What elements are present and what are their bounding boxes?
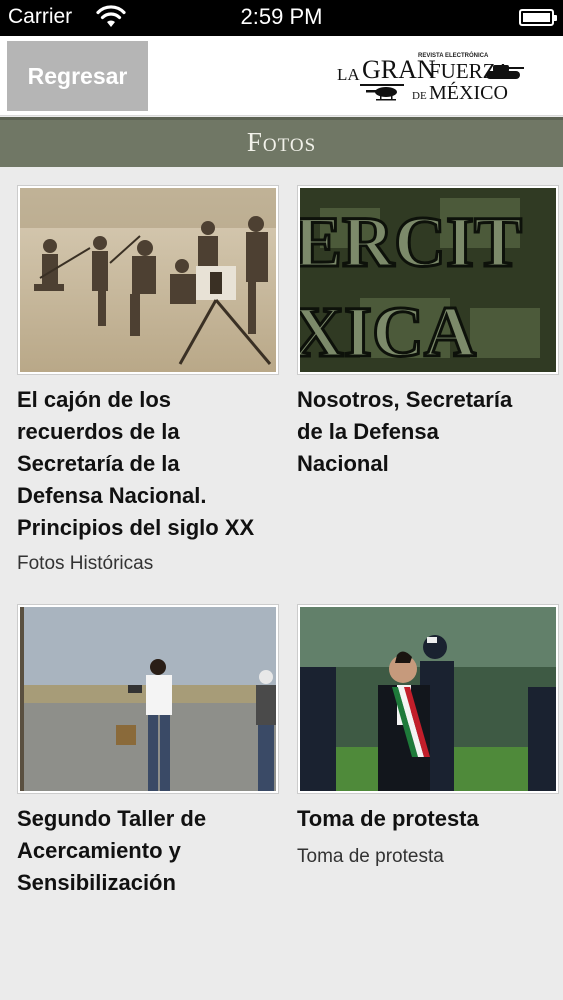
gallery-thumbnail[interactable]: [17, 185, 279, 375]
status-bar: Carrier 2:59 PM: [0, 0, 563, 36]
logo-la: LA: [337, 65, 360, 84]
card-title: Toma de protesta: [297, 806, 479, 831]
battery-icon: [519, 9, 557, 26]
card-category: Toma de protesta: [297, 846, 444, 867]
logo-de: DE: [412, 90, 427, 102]
graphic-letters-bottom: XICA: [300, 292, 476, 372]
inauguration-photo: [300, 607, 556, 791]
gallery-card[interactable]: Toma de protesta Toma de protesta: [297, 604, 559, 904]
back-button[interactable]: Regresar: [7, 41, 148, 111]
logo-gran: GRAN: [362, 55, 436, 84]
logo-mexico: MÉXICO: [429, 81, 508, 104]
historic-soldiers-photo: [20, 188, 276, 372]
clock: 2:59 PM: [240, 4, 323, 29]
section-header: Fotos: [0, 117, 563, 167]
gallery-thumbnail[interactable]: [17, 604, 279, 794]
gallery-thumbnail[interactable]: [297, 604, 559, 794]
gallery-thumbnail[interactable]: ERCIT XICA: [297, 185, 559, 375]
card-title: Segundo Taller de Acercamiento y Sensibi…: [17, 806, 207, 895]
card-title: El cajón de los recuerdos de la Secretar…: [17, 387, 255, 540]
logo: REVISTA ELECTRÓNICA LA GRAN FUERZA DE MÉ…: [337, 51, 524, 104]
ejercito-mexicano-graphic: ERCIT XICA: [300, 188, 556, 372]
graphic-letters-top: ERCIT: [300, 202, 522, 282]
nav-header: Regresar REVISTA ELECTRÓNICA LA GRAN FUE…: [0, 36, 563, 116]
workshop-photo: [20, 607, 276, 791]
card-category: Fotos Históricas: [17, 553, 154, 574]
helicopter-icon: [360, 84, 404, 101]
section-title: Fotos: [246, 127, 317, 157]
card-title: Nosotros, Secretaría de la Defensa Nacio…: [297, 387, 513, 476]
gallery-card[interactable]: El cajón de los recuerdos de la Secretar…: [17, 185, 279, 585]
gallery-card[interactable]: Segundo Taller de Acercamiento y Sensibi…: [17, 604, 279, 904]
gallery-card[interactable]: ERCIT XICA Nosotros, Secretaría de la De…: [297, 185, 559, 585]
